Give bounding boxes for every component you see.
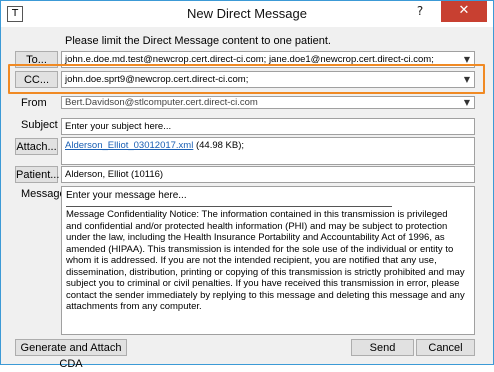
title-bar: T New Direct Message ? ✕ (1, 1, 493, 27)
generate-cda-button[interactable]: Generate and Attach CDA (15, 339, 127, 370)
cancel-button[interactable]: Cancel (416, 339, 475, 356)
close-button[interactable]: ✕ (441, 1, 487, 22)
attachments-box: Alderson_Elliot_03012017.xml (44.98 KB); (61, 137, 475, 165)
message-label: Message (21, 188, 66, 200)
cc-combo[interactable]: john.doe.sprt9@newcrop.cert.direct-ci.co… (61, 71, 475, 88)
subject-label: Subject (21, 119, 58, 131)
chevron-down-icon[interactable]: ▼ (464, 97, 470, 108)
notice-text: Please limit the Direct Message content … (65, 35, 331, 47)
subject-input[interactable]: Enter your subject here... (61, 118, 475, 135)
confidentiality-notice: Message Confidentiality Notice: The info… (66, 209, 465, 312)
cc-value: john.doe.sprt9@newcrop.cert.direct-ci.co… (65, 74, 249, 85)
patient-field: Alderson, Elliot (10116) (61, 166, 475, 183)
patient-button[interactable]: Patient... (15, 166, 59, 183)
from-combo[interactable]: Bert.Davidson@stlcomputer.cert.direct-ci… (61, 96, 475, 109)
message-placeholder: Enter your message here... (66, 190, 187, 201)
cc-button[interactable]: CC... (15, 71, 58, 88)
from-value: Bert.Davidson@stlcomputer.cert.direct-ci… (65, 97, 258, 108)
message-textarea[interactable]: Enter your message here... Message Confi… (61, 186, 475, 335)
send-button[interactable]: Send (351, 339, 414, 356)
attach-button[interactable]: Attach... (15, 138, 58, 155)
attachment-size: (44.98 KB); (195, 140, 245, 151)
direct-message-window: T New Direct Message ? ✕ Please limit th… (0, 0, 494, 370)
attachment-link[interactable]: Alderson_Elliot_03012017.xml (65, 140, 193, 151)
from-label: From (21, 97, 47, 109)
chevron-down-icon[interactable]: ▼ (464, 72, 470, 87)
help-button[interactable]: ? (405, 1, 435, 22)
message-divider (66, 206, 392, 207)
